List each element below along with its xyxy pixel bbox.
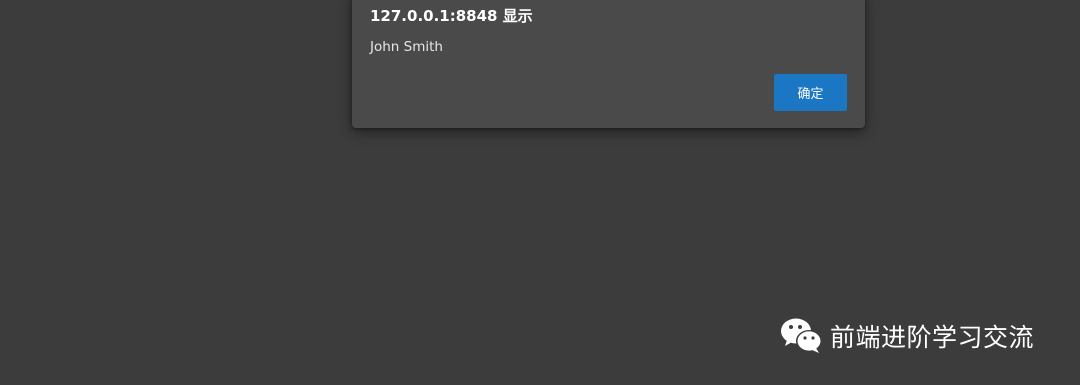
- dialog-title: 127.0.0.1:8848 显示: [370, 7, 533, 25]
- watermark-text: 前端进阶学习交流: [830, 323, 1035, 352]
- wechat-icon: [780, 316, 824, 356]
- dialog-message: John Smith: [370, 39, 443, 55]
- ok-button[interactable]: 确定: [774, 74, 847, 111]
- watermark: 前端进阶学习交流: [780, 316, 1034, 356]
- alert-dialog: 127.0.0.1:8848 显示 John Smith 确定: [352, 0, 865, 128]
